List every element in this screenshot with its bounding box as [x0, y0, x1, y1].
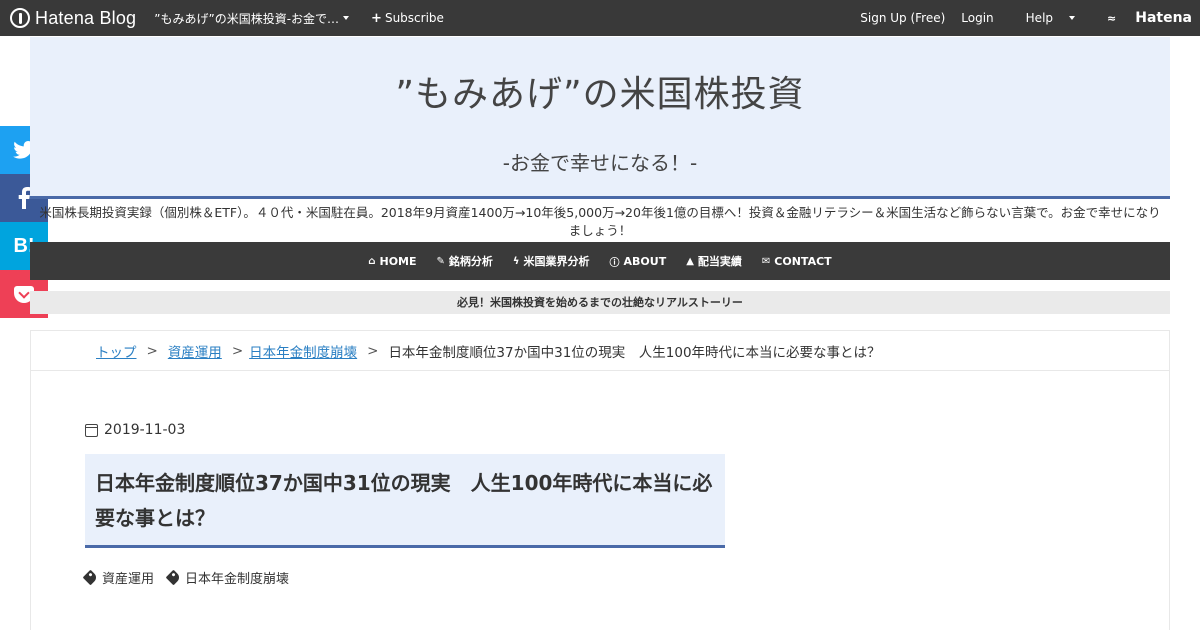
nav-item-label: HOME	[379, 254, 417, 268]
breadcrumb-separator: >	[146, 342, 158, 359]
global-nav: ⌂ HOME ✎ 銘柄分析 ϟ 米国業界分析 ⓘ ABOUT ▲ 配当実績 ✉ CONTACT	[30, 242, 1170, 280]
hatena-logo-link[interactable]: ≈ Hatena	[1091, 10, 1192, 26]
subscribe-label: Subscribe	[384, 11, 444, 25]
nav-item-銘柄分析[interactable]: ✎ 銘柄分析	[437, 253, 493, 269]
nav-item-label: 配当実績	[697, 255, 742, 268]
breadcrumb-separator: >	[367, 342, 379, 359]
blog-name-dropdown[interactable]: ”もみあげ”の米国株投資-お金で…	[154, 10, 350, 27]
nav-item-label: 銘柄分析	[448, 255, 493, 268]
nav-item-label: CONTACT	[774, 254, 832, 268]
facebook-icon	[18, 187, 30, 209]
logo-text: Hatena Blog	[35, 7, 137, 28]
nav-item-contact[interactable]: ✉ CONTACT	[762, 255, 832, 268]
home-icon: ⌂	[368, 255, 376, 267]
blog-title[interactable]: ”もみあげ”の米国株投資	[30, 65, 1170, 117]
wrench-icon: ✎	[436, 255, 445, 267]
envelope-icon: ✉	[761, 255, 771, 267]
hatena-logo-text: Hatena	[1135, 10, 1192, 26]
calendar-icon	[85, 423, 98, 437]
blog-header: ”もみあげ”の米国株投資 -お金で幸せになる！-	[30, 37, 1170, 199]
post-title[interactable]: 日本年金制度順位37か国中31位の現実 人生100年時代に本当に必要な事とは？	[85, 454, 725, 548]
breadcrumb-category-2[interactable]: 日本年金制度崩壊	[249, 341, 357, 361]
hatena-blog-logo[interactable]: Hatena Blog	[10, 0, 136, 36]
nav-item-配当実績[interactable]: ▲ 配当実績	[686, 253, 742, 269]
breadcrumb-top[interactable]: トップ	[96, 341, 137, 361]
post-date-text[interactable]: 2019-11-03	[104, 422, 185, 438]
tag-icon	[82, 569, 99, 586]
nav-item-label: 米国業界分析	[523, 255, 590, 268]
category-label: 日本年金制度崩壊	[185, 572, 290, 587]
hatena-blog-icon	[10, 8, 30, 28]
blog-subtitle: -お金で幸せになる！-	[502, 151, 698, 175]
breadcrumb: トップ > 資産運用 > 日本年金制度崩壊 > 日本年金制度順位37か国中31位…	[30, 331, 1170, 371]
category-link[interactable]: 資産運用	[82, 568, 155, 587]
plus-icon: +	[371, 10, 382, 26]
signup-link[interactable]: Sign Up (Free)	[860, 11, 945, 25]
hatena-topbar: Hatena Blog ”もみあげ”の米国株投資-お金で… + Subscrib…	[0, 0, 1200, 36]
caret-down-icon	[1069, 16, 1076, 20]
post-categories: 資産運用 日本年金制度崩壊	[82, 568, 303, 587]
topbar-right: Sign Up (Free) Login Help ≈ Hatena	[844, 10, 1192, 26]
breadcrumb-category-1[interactable]: 資産運用	[168, 341, 222, 361]
nav-item-home[interactable]: ⌂ HOME	[368, 255, 416, 268]
category-link[interactable]: 日本年金制度崩壊	[165, 568, 290, 587]
caret-down-icon	[343, 16, 350, 20]
breadcrumb-separator: >	[231, 342, 244, 359]
category-label: 資産運用	[102, 572, 155, 587]
graduation-cap-icon: ▲	[686, 255, 694, 267]
help-dropdown[interactable]: Help	[1010, 11, 1076, 25]
promo-link[interactable]: 必見！米国株投資を始めるまでの壮絶なリアルストーリー	[30, 291, 1170, 314]
hatena-wave-icon: ≈	[1107, 11, 1117, 25]
subscribe-button[interactable]: + Subscribe	[371, 11, 444, 26]
nav-item-米国業界分析[interactable]: ϟ 米国業界分析	[513, 253, 590, 269]
tag-icon	[165, 569, 182, 586]
blog-description: 米国株長期投資実録（個別株＆ETF）。４０代・米国駐在員。2018年9月資産14…	[39, 205, 1161, 238]
info-icon: ⓘ	[609, 257, 620, 269]
help-label: Help	[1025, 11, 1054, 25]
breadcrumb-current: 日本年金制度順位37か国中31位の現実 人生100年時代に本当に必要な事とは？	[388, 344, 881, 361]
bolt-icon: ϟ	[512, 255, 520, 267]
nav-item-label: ABOUT	[623, 254, 667, 268]
login-link[interactable]: Login	[961, 11, 993, 25]
post-date: 2019-11-03	[85, 422, 185, 438]
blog-name: ”もみあげ”の米国株投資-お金で…	[154, 11, 340, 26]
nav-item-about[interactable]: ⓘ ABOUT	[610, 254, 667, 269]
